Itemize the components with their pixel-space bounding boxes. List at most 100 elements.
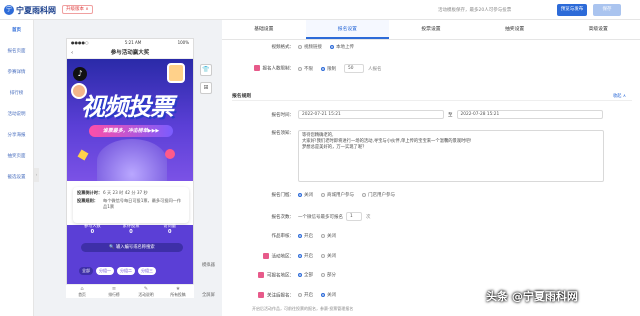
end-time-input[interactable]: 2022-07-28 15:21: [456, 110, 603, 119]
banner-title: 视频投票: [81, 93, 174, 121]
tab-lottery[interactable]: 抽奖设置: [473, 20, 557, 39]
review-label: 作品审核：: [271, 234, 295, 239]
region-label: 活动地区：: [271, 254, 295, 260]
preview-tools: 👕 ⊞: [200, 64, 214, 100]
group-tab-all[interactable]: 全部: [79, 267, 93, 275]
radio-video-link[interactable]: 视频链接: [298, 44, 322, 50]
grid-icon[interactable]: ⊞: [200, 82, 212, 94]
simulator-label[interactable]: 模拟器: [202, 262, 215, 268]
settings-panel: 基础设置 报名设置 投票设置 抽奖设置 高级设置 视频格式： 视频链接 本地上传…: [222, 20, 640, 316]
user-limit-icon: [253, 65, 260, 72]
collapse-link[interactable]: 收起 ∧: [613, 93, 626, 99]
phone-title: 参与活动赢大奖: [110, 50, 150, 56]
video-mode-row: 视频格式： 视频链接 本地上传: [222, 44, 362, 50]
radio-local-upload[interactable]: 本地上传: [330, 44, 354, 50]
count-prefix: 一个微信号最多可报名: [298, 214, 343, 220]
phone-tab-bar: ⌂ 首页 ≡ 排行榜 ✎ 活动说明 ★ 所有投稿: [66, 284, 194, 298]
radio-area-all[interactable]: 全部: [298, 272, 313, 278]
signup-notice-textarea[interactable]: 等待您精确老的, 大家好!我们老时即将进行一场的活动,寻宝与小伙伴,单上传的宝宝…: [298, 130, 604, 182]
sidebar-item-lottery[interactable]: 抽奖页面: [0, 146, 33, 167]
sidebar-item-filter[interactable]: 截选设置: [0, 167, 33, 188]
rule-label: 投票规则：: [77, 198, 98, 203]
radio-review-off[interactable]: 关闭: [321, 233, 336, 239]
tab-vote[interactable]: 投票设置: [389, 20, 473, 39]
top-bar: 宁 宁夏雨科网 升级版本 ∧ 活动模板保存，最多20人可参与投票 预览与发布 保…: [0, 0, 640, 20]
radio-follow-off[interactable]: 关闭: [321, 292, 336, 298]
radio-unlimited[interactable]: 不限: [298, 66, 313, 72]
radio-threshold-mall[interactable]: 商城用户参与: [321, 192, 354, 198]
count-label: 报名次数：: [271, 214, 295, 220]
tabbar-description[interactable]: ✎ 活动说明: [130, 285, 162, 298]
header-tip: 活动模板保存，最多20人可参与投票: [438, 8, 512, 13]
banner-subtitle: 谁票最多，冲击榜单▶▶▶: [89, 125, 173, 137]
start-time-input[interactable]: 2022-07-21 15:21: [298, 110, 444, 119]
tabbar-submissions[interactable]: ★ 所有投稿: [162, 285, 194, 298]
section-title: 报名规则: [232, 94, 252, 99]
countdown-value: 6 天 23 时 42 分 37 秒: [103, 190, 148, 195]
radio-region-off[interactable]: 关闭: [321, 253, 336, 259]
threshold-label: 报名门槛：: [271, 193, 295, 198]
tabbar-home[interactable]: ⌂ 首页: [66, 285, 98, 298]
radio-area-partial[interactable]: 部分: [321, 272, 336, 278]
time-row: 报名时间： 2022-07-21 15:21 至 2022-07-28 15:2…: [222, 110, 603, 119]
decoration-star-icon: [77, 149, 89, 161]
watermark: 头条 @宁夏雨科网: [486, 290, 578, 303]
phone-title-bar: ‹ 参与活动赢大奖: [67, 47, 193, 59]
group-tab-3[interactable]: 分组三: [138, 267, 156, 275]
group-tab-1[interactable]: 分组一: [96, 267, 114, 275]
follow-row: 关注后报名： 开启 关闭: [222, 292, 344, 299]
tab-basic[interactable]: 基础设置: [222, 20, 306, 39]
tabbar-ranking[interactable]: ≡ 排行榜: [98, 285, 130, 298]
search-input[interactable]: 🔍 输入编号或名称搜索: [81, 243, 183, 252]
radio-region-on[interactable]: 开启: [298, 253, 313, 259]
shirt-icon[interactable]: 👕: [200, 64, 212, 76]
desc-label: 报名须知：: [271, 131, 295, 136]
sidebar-item-ranking[interactable]: 排行榜: [0, 83, 33, 104]
radio-review-on[interactable]: 开启: [298, 233, 313, 239]
logo: 宁 宁夏雨科网: [4, 4, 56, 16]
preview-publish-button[interactable]: 预览与发布: [557, 4, 587, 16]
area-label: 可报名地区：: [267, 273, 294, 279]
desc-row: 报名须知： 等待您精确老的, 大家好!我们老时即将进行一场的活动,寻宝与小伙伴,…: [222, 130, 604, 182]
sidebar-item-signup[interactable]: 报名页面: [0, 41, 33, 62]
vote-info-card: 投票倒计时： 6 天 23 时 42 分 37 秒 投票规则： 每个微信号每日可投1…: [73, 187, 189, 223]
stage-graphic: [97, 139, 167, 181]
sidebar-item-entry-detail[interactable]: 参赛详情: [0, 62, 33, 83]
rule-value: 每个微信号每日可投1票，最多可投同一作品1票: [103, 198, 182, 209]
logo-icon: 宁: [4, 5, 14, 15]
area-row: 可报名地区： 全部 部分: [222, 272, 344, 279]
radio-threshold-store[interactable]: 门店用户参与: [362, 192, 395, 198]
review-row: 作品审核： 开启 关闭: [222, 233, 344, 239]
collapse-sidebar-handle[interactable]: ‹: [34, 168, 39, 182]
logo-text: 宁夏雨科网: [16, 4, 56, 15]
count-unit: 次: [366, 214, 371, 220]
fullscreen-label[interactable]: 全屏屏: [202, 292, 215, 298]
threshold-row: 报名门槛： 关闭 商城用户参与 门店用户参与: [222, 192, 403, 198]
count-input[interactable]: 1: [346, 212, 362, 221]
signal-icon: ●●●●○: [71, 40, 89, 45]
sidebar-item-home[interactable]: 首页: [0, 20, 33, 41]
stat-total-votes: 累计投票 0: [122, 223, 140, 235]
time-separator: 至: [448, 112, 453, 118]
upgrade-button[interactable]: 升级版本 ∧: [62, 5, 93, 14]
save-button[interactable]: 保存: [593, 4, 621, 16]
section-divider: [232, 100, 632, 101]
settings-tabs: 基础设置 报名设置 投票设置 抽奖设置 高级设置: [222, 20, 640, 40]
decoration-ball-icon: [165, 149, 175, 159]
follow-icon: [258, 292, 264, 298]
sidebar-item-description[interactable]: 活动说明: [0, 104, 33, 125]
stat-visits: 访问量 0: [163, 223, 176, 235]
radio-follow-on[interactable]: 开启: [298, 292, 313, 298]
tab-advanced[interactable]: 高级设置: [556, 20, 640, 39]
region-row: 活动地区： 开启 关闭: [222, 253, 344, 260]
radio-limited[interactable]: 限制: [321, 66, 336, 72]
limit-count-input[interactable]: 50: [344, 64, 364, 73]
battery-icon: 100%: [177, 40, 189, 45]
tab-signup[interactable]: 报名设置: [305, 20, 390, 39]
back-icon[interactable]: ‹: [71, 47, 73, 59]
phone-status-bar: ●●●●○ 5:21 AM 100%: [67, 39, 193, 47]
sidebar-item-poster[interactable]: 分享海报: [0, 125, 33, 146]
radio-threshold-off[interactable]: 关闭: [298, 192, 313, 198]
group-tab-2[interactable]: 分组二: [117, 267, 135, 275]
limit-row: 报名人数限制： 不限 限制 50 人报名: [222, 64, 382, 73]
